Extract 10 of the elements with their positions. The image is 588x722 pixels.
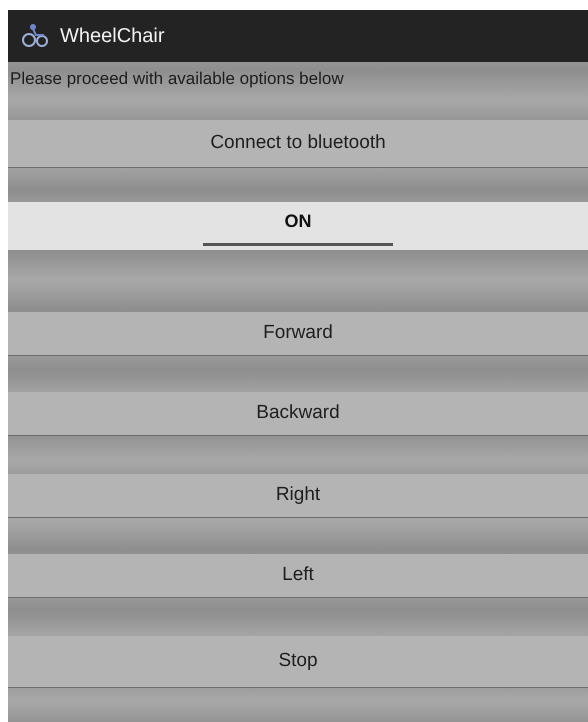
toggle-button[interactable]: ON [8, 202, 588, 250]
app-icon [20, 23, 50, 49]
direction-button[interactable]: Stop [8, 636, 588, 688]
direction-button[interactable]: Left [8, 554, 588, 598]
direction-button[interactable]: Right [8, 474, 588, 518]
connect-button[interactable]: Connect to bluetooth [8, 120, 588, 168]
direction-button[interactable]: Backward [8, 392, 588, 436]
direction-button[interactable]: Forward [8, 312, 588, 356]
app-title: WheelChair [60, 24, 164, 49]
instruction-text: Please proceed with available options below [10, 68, 345, 90]
